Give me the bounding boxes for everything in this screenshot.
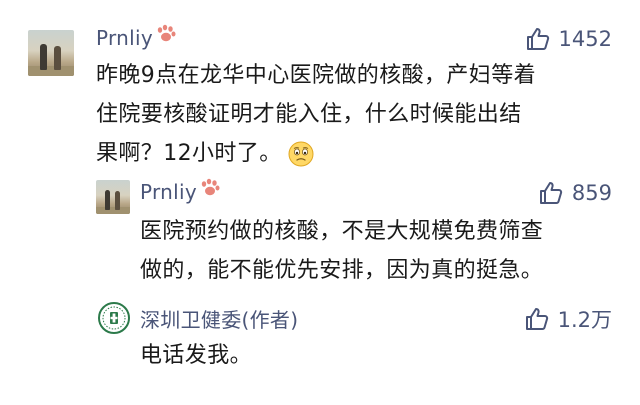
avatar[interactable]	[28, 30, 74, 76]
thumbs-up-icon	[524, 306, 550, 332]
reply-line: 电话发我。	[140, 343, 253, 368]
comment-author[interactable]: Prnliy	[96, 24, 177, 50]
sad-face-emoji-icon	[288, 141, 314, 167]
like-button[interactable]: 1452	[525, 26, 612, 52]
thumbs-up-icon	[525, 26, 551, 52]
comment-line: 住院要核酸证明才能入住，什么时候能出结	[96, 102, 522, 127]
paw-icon	[199, 178, 221, 203]
reply-line: 医院预约做的核酸，不是大规模免费筛查	[140, 219, 544, 244]
like-count: 1.2万	[557, 308, 612, 332]
reply-line: 做的，能不能优先安排，因为真的挺急。	[140, 258, 544, 283]
reply-text: 医院预约做的核酸，不是大规模免费筛查 做的，能不能优先安排，因为真的挺急。	[140, 212, 543, 290]
like-count: 859	[571, 181, 612, 205]
reply-author[interactable]: Prnliy	[140, 178, 221, 204]
comment-text: 昨晚9点在龙华中心医院做的核酸，产妇等着 住院要核酸证明才能入住，什么时候能出结…	[96, 56, 536, 173]
health-commission-logo-icon	[101, 305, 127, 331]
paw-icon	[155, 24, 177, 49]
author-name: Prnliy	[140, 180, 198, 204]
author-name: 深圳卫健委(作者)	[140, 308, 299, 332]
comment-line: 昨晚9点在龙华中心医院做的核酸，产妇等着	[96, 63, 536, 88]
reply-avatar[interactable]	[96, 180, 130, 214]
like-count: 1452	[558, 27, 612, 51]
thumbs-up-icon	[538, 180, 564, 206]
like-button[interactable]: 859	[538, 180, 612, 206]
author-name: Prnliy	[96, 26, 154, 50]
reply-text: 电话发我。	[140, 336, 252, 375]
comment-line-last: 果啊？12小时了。	[96, 134, 536, 173]
reply-author[interactable]: 深圳卫健委(作者)	[140, 304, 298, 333]
like-button[interactable]: 1.2万	[524, 304, 612, 334]
org-avatar[interactable]	[98, 302, 130, 334]
